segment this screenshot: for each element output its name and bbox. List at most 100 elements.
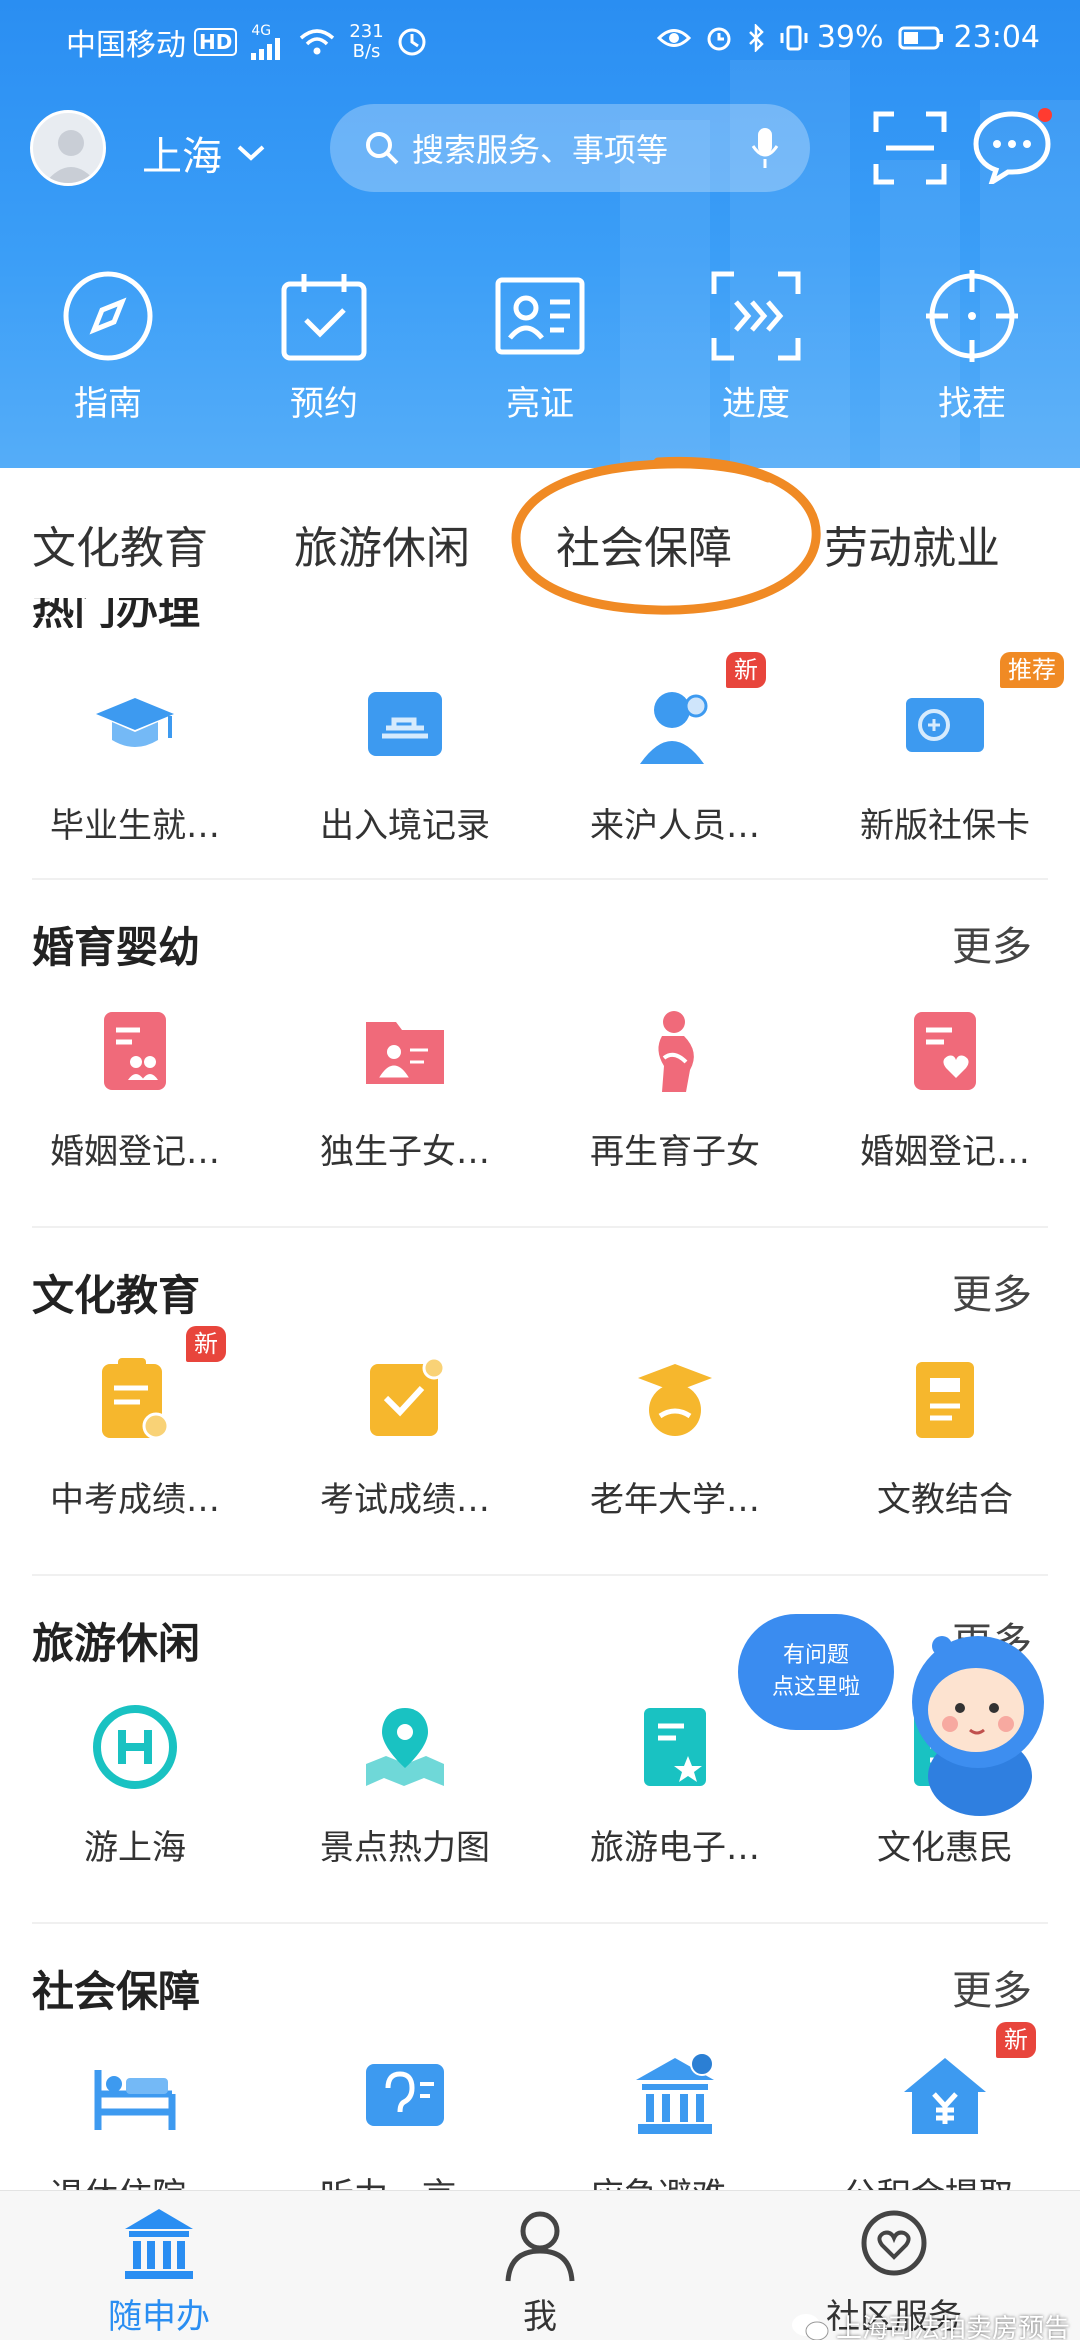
tour-shanghai-icon — [90, 1702, 180, 1792]
service-label: 文化惠民 — [877, 1828, 1013, 1868]
wifi-icon — [299, 28, 335, 56]
service-item[interactable]: 再生育子女 — [540, 1006, 810, 1173]
chevron-down-icon — [237, 145, 265, 161]
quick-label: 找茬 — [938, 384, 1006, 424]
service-item[interactable]: 毕业生就… — [0, 680, 270, 847]
microphone-icon[interactable] — [750, 126, 780, 170]
service-item[interactable]: 文教结合 — [810, 1354, 1080, 1521]
service-label: 老年大学… — [590, 1480, 760, 1520]
service-label: 再生育子女 — [590, 1132, 760, 1172]
assistant-mascot-icon[interactable] — [902, 1626, 1052, 1816]
data-saver-icon — [398, 28, 426, 56]
battery-percent: 39% — [816, 20, 884, 55]
service-item[interactable]: 出入境记录 — [270, 680, 540, 847]
exam-clipboard-icon — [90, 1354, 180, 1444]
senior-university-icon — [630, 1354, 720, 1444]
battery-icon — [898, 26, 944, 50]
section-title: 文化教育 — [32, 1271, 201, 1320]
net-speed-unit: B/s — [352, 41, 381, 62]
folder-child-icon — [360, 1006, 450, 1096]
service-item[interactable]: 游上海 — [0, 1702, 270, 1869]
scan-button[interactable] — [872, 110, 948, 190]
service-label: 中考成绩… — [50, 1480, 220, 1520]
tab-culture-education[interactable]: 文化教育 — [32, 512, 208, 576]
quick-feedback[interactable]: 找茬 — [864, 268, 1080, 438]
service-item[interactable]: 推荐 新版社保卡 — [810, 652, 1080, 847]
net-speed-value: 231 — [349, 21, 384, 42]
e-contract-icon — [630, 1702, 720, 1792]
message-button[interactable] — [972, 108, 1052, 188]
nav-label: 随申办 — [108, 2297, 210, 2337]
bluetooth-icon — [747, 23, 765, 52]
person-icon — [630, 680, 720, 770]
service-label: 婚姻登记… — [50, 1132, 220, 1172]
heart-doc-icon — [900, 1006, 990, 1096]
social-security-card-icon — [900, 680, 990, 770]
ear-icon — [360, 2050, 450, 2140]
quick-label: 进度 — [722, 384, 790, 424]
service-item[interactable]: 景点热力图 — [270, 1702, 540, 1869]
tab-social-security[interactable]: 社会保障 — [556, 512, 732, 576]
top-bar: 上海 搜索服务、事项等 — [0, 98, 1080, 198]
quick-label: 预约 — [290, 384, 358, 424]
quick-show-id[interactable]: 亮证 — [432, 268, 648, 438]
map-pin-icon — [360, 1702, 450, 1792]
unread-dot — [1038, 108, 1052, 122]
divider — [32, 1226, 1048, 1228]
avatar-placeholder-icon — [45, 130, 97, 183]
search-placeholder: 搜索服务、事项等 — [412, 131, 669, 169]
search-icon — [366, 132, 399, 165]
hospital-bed-icon — [90, 2050, 180, 2140]
graduation-cap-icon — [90, 680, 180, 770]
signal-icon: 4G — [251, 24, 285, 60]
service-item[interactable]: 新 来沪人员… — [540, 652, 810, 847]
service-item[interactable]: 新 中考成绩… — [0, 1326, 270, 1521]
quick-appointment[interactable]: 预约 — [216, 268, 432, 438]
calendar-check-icon — [281, 274, 367, 361]
score-check-icon — [360, 1354, 450, 1444]
user-icon — [505, 2211, 575, 2282]
status-bar: 中国移动 HD 4G 231 B/s 39% 23:04 — [0, 0, 1080, 78]
service-label: 毕业生就… — [50, 806, 220, 846]
partial-section-title: 热门办理 — [32, 598, 272, 628]
service-item[interactable]: 考试成绩… — [270, 1354, 540, 1521]
id-card-icon — [495, 277, 585, 355]
service-item[interactable]: 婚姻登记… — [810, 1006, 1080, 1173]
more-link[interactable]: 更多 — [952, 914, 1032, 972]
header: 中国移动 HD 4G 231 B/s 39% 23:04 上海 搜索服务、事项等… — [0, 0, 1080, 468]
service-label: 新版社保卡 — [860, 806, 1030, 846]
section-title: 社会保障 — [32, 1967, 201, 2016]
quick-guide[interactable]: 指南 — [0, 268, 216, 438]
quick-progress[interactable]: 进度 — [648, 268, 864, 438]
service-label: 游上海 — [84, 1828, 186, 1868]
service-item[interactable]: 独生子女… — [270, 1006, 540, 1173]
search-bar[interactable]: 搜索服务、事项等 — [330, 104, 810, 192]
housing-fund-icon — [900, 2050, 990, 2140]
assistant-bubble[interactable]: 有问题 点这里啦 — [738, 1614, 894, 1730]
nav-home[interactable]: 随申办 — [108, 2205, 210, 2338]
community-heart-icon — [861, 2210, 927, 2276]
tab-labor-employment[interactable]: 劳动就业 — [824, 512, 1000, 576]
recommend-badge: 推荐 — [1000, 652, 1064, 688]
nav-me[interactable]: 我 — [500, 2205, 580, 2338]
assistant-bubble-line2: 点这里啦 — [771, 1675, 860, 1700]
more-link[interactable]: 更多 — [952, 1262, 1032, 1320]
divider — [32, 1922, 1048, 1924]
scan-icon — [873, 111, 947, 185]
avatar[interactable] — [30, 110, 106, 186]
wechat-icon — [791, 2313, 829, 2340]
service-grid: 婚姻登记… 独生子女… 再生育子女 婚姻登记… — [0, 1006, 1080, 1173]
more-link[interactable]: 更多 — [952, 1958, 1032, 2016]
service-item[interactable]: 婚姻登记… — [0, 1006, 270, 1173]
new-badge: 新 — [186, 1326, 226, 1362]
service-label: 文教结合 — [877, 1480, 1013, 1520]
tab-travel-leisure[interactable]: 旅游休闲 — [294, 512, 470, 576]
service-grid: 新 中考成绩… 考试成绩… 老年大学… 文教结合 — [0, 1326, 1080, 1521]
city-name: 上海 — [142, 134, 222, 180]
city-selector[interactable]: 上海 — [142, 124, 268, 182]
government-building-icon — [125, 2209, 193, 2279]
service-item[interactable]: 旅游电子… — [540, 1702, 810, 1869]
service-item[interactable]: 老年大学… — [540, 1354, 810, 1521]
service-label: 考试成绩… — [320, 1480, 490, 1520]
marriage-doc-icon — [90, 1006, 180, 1096]
